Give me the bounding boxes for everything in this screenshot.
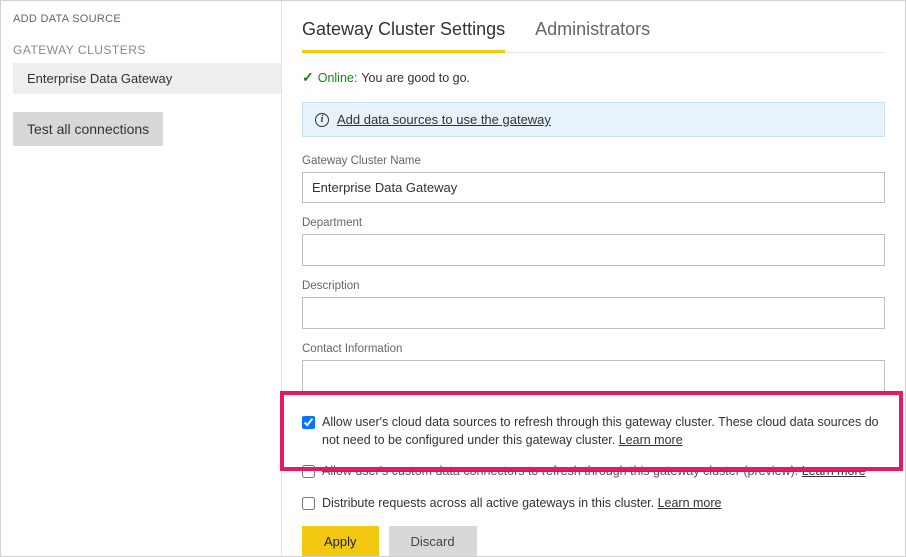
checkmark-icon: ✓ [302,69,314,86]
sidebar: ADD DATA SOURCE GATEWAY CLUSTERS Enterpr… [1,1,281,556]
input-description[interactable] [302,297,885,329]
input-cluster-name[interactable] [302,172,885,203]
option-distribute-requests[interactable]: Distribute requests across all active ga… [302,495,885,513]
option-cloud-refresh-label: Allow user's cloud data sources to refre… [322,415,879,447]
label-contact-info: Contact Information [302,343,885,355]
input-department[interactable] [302,234,885,266]
option-custom-connectors-label: Allow user's custom data connectors to r… [322,464,798,478]
option-custom-connectors[interactable]: Allow user's custom data connectors to r… [302,463,885,481]
learn-more-custom-connectors[interactable]: Learn more [802,464,866,478]
option-cloud-refresh-wrap: Allow user's cloud data sources to refre… [322,414,885,449]
checkbox-cloud-refresh[interactable] [302,416,315,429]
input-contact-info[interactable] [302,360,885,392]
tab-administrators[interactable]: Administrators [535,19,650,53]
button-row: Apply Discard [302,526,885,556]
status-row: ✓ Online: You are good to go. [302,69,885,86]
checkbox-custom-connectors[interactable] [302,465,315,478]
label-cluster-name: Gateway Cluster Name [302,155,885,167]
label-description: Description [302,280,885,292]
apply-button[interactable]: Apply [302,526,379,556]
discard-button[interactable]: Discard [389,526,477,556]
info-icon: i [315,113,329,127]
tab-bar: Gateway Cluster Settings Administrators [302,19,885,53]
add-data-sources-link[interactable]: Add data sources to use the gateway [337,112,551,127]
checkbox-distribute-requests[interactable] [302,497,315,510]
learn-more-cloud-refresh[interactable]: Learn more [619,433,683,447]
tab-gateway-cluster-settings[interactable]: Gateway Cluster Settings [302,19,505,53]
test-all-connections-button[interactable]: Test all connections [13,112,163,146]
learn-more-distribute[interactable]: Learn more [658,496,722,510]
option-distribute-requests-label: Distribute requests across all active ga… [322,496,654,510]
option-distribute-requests-wrap: Distribute requests across all active ga… [322,495,722,513]
main-content: Gateway Cluster Settings Administrators … [281,1,905,556]
status-label: Online: [318,71,358,85]
add-data-source-link[interactable]: ADD DATA SOURCE [13,13,281,25]
info-banner: i Add data sources to use the gateway [302,102,885,137]
label-department: Department [302,217,885,229]
gateway-clusters-heading: GATEWAY CLUSTERS [13,43,281,57]
status-text: You are good to go. [361,71,470,85]
sidebar-cluster-item[interactable]: Enterprise Data Gateway [13,63,281,94]
option-custom-connectors-wrap: Allow user's custom data connectors to r… [322,463,866,481]
option-cloud-refresh[interactable]: Allow user's cloud data sources to refre… [302,414,885,449]
